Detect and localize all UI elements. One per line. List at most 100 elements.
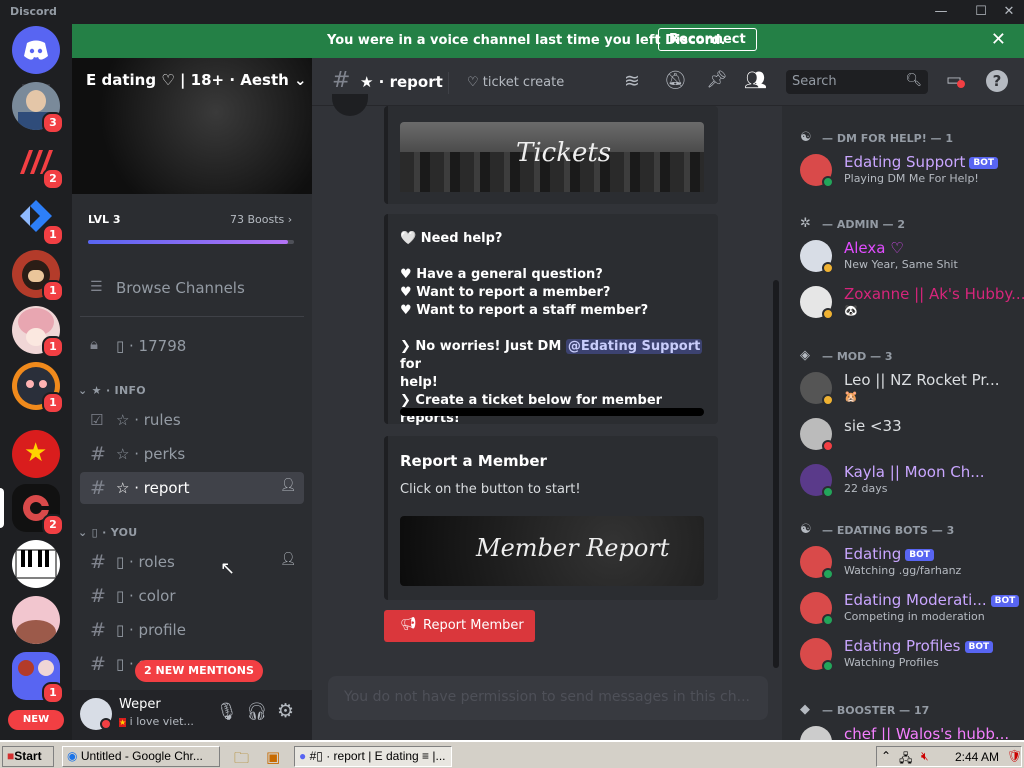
active-server-pill: [0, 488, 4, 528]
reconnect-button[interactable]: Reconnect: [658, 28, 757, 51]
member-report-image[interactable]: Member Report: [400, 516, 704, 586]
channel-color[interactable]: # ▯ · color: [80, 580, 304, 612]
boost-level: LVL 3: [88, 213, 121, 226]
boost-count[interactable]: 73 Boosts ›: [230, 213, 292, 226]
member-name: Zoxanne || Ak's Hubby...: [844, 285, 1024, 303]
role-icon: ☯: [800, 130, 812, 145]
author-avatar[interactable]: [332, 94, 368, 116]
maximize-button[interactable]: ☐: [972, 3, 990, 21]
channel-sidebar: E dating ♡ | 18+ · Aesth ⌄ LVL 3 73 Boos…: [72, 58, 312, 740]
new-mentions-banner[interactable]: 2 NEW MENTIONS: [135, 660, 263, 682]
member-item[interactable]: Zoxanne || Ak's Hubby... 🐼: [800, 282, 1024, 324]
member-item[interactable]: sie <33: [800, 414, 1020, 456]
member-item[interactable]: Kayla || Moon Ch... 22 days: [800, 460, 1020, 502]
username: Weper: [119, 697, 161, 712]
member-item[interactable]: Edating Profiles BOT Watching Profiles: [800, 634, 1020, 676]
status-icon: [822, 660, 834, 672]
header-divider: [448, 72, 449, 94]
channel-topic[interactable]: ♡ ticket create: [467, 75, 564, 90]
role-icon: ✲: [800, 216, 811, 231]
member-status: 22 days: [844, 482, 888, 495]
member-item[interactable]: Edating BOT Watching .gg/farhanz: [800, 542, 1020, 584]
member-group-title: — EDATING BOTS — 3: [822, 524, 955, 537]
server-badge-6: 1: [42, 392, 64, 414]
taskbar-discord[interactable]: ● #▯ · report | E dating ≡ |...: [294, 746, 452, 767]
server-icon-8[interactable]: [12, 596, 60, 644]
help-text: 🤍 Need help? ♥︎ Have a general question?…: [400, 231, 703, 426]
browse-channels[interactable]: ☰ Browse Channels: [80, 272, 304, 304]
search-input[interactable]: Search 🔍︎: [786, 70, 928, 94]
channel-rules[interactable]: ☑ ☆ · rules: [80, 404, 304, 436]
member-status: Playing DM Me For Help!: [844, 172, 979, 185]
member-item[interactable]: Edating Support BOT Playing DM Me For Help…: [800, 150, 1020, 192]
microphone-icon[interactable]: 🎙︎: [216, 702, 238, 722]
channel-roles[interactable]: # ▯ · roles 👤︎: [80, 546, 304, 578]
channel-profile[interactable]: # ▯ · profile: [80, 614, 304, 646]
server-badge-4: 1: [42, 280, 64, 302]
message-composer: You do not have permission to send messa…: [328, 676, 768, 720]
scrollbar[interactable]: [773, 280, 779, 668]
start-button[interactable]: ■Start: [2, 746, 54, 767]
hash-icon: #: [90, 653, 106, 675]
channel-report[interactable]: # ☆ · report 👤︎: [80, 472, 304, 504]
member-item[interactable]: Edating Moderati... BOT Competing in moder…: [800, 588, 1020, 630]
member-status: Watching .gg/farhanz: [844, 564, 962, 577]
tickets-embed: Tickets: [384, 106, 718, 204]
user-mention[interactable]: @Edating Support: [565, 339, 703, 354]
lock-icon: 🔒︎: [90, 335, 98, 353]
category-info[interactable]: ⌄ ★ · INFO: [78, 384, 146, 397]
server-icon-7[interactable]: ★: [12, 430, 60, 478]
bot-badge: BOT: [964, 641, 994, 653]
media-icon[interactable]: ▣: [266, 748, 280, 766]
server-badge-8: 1: [42, 682, 64, 704]
tray-arrow-icon: ⌃: [881, 749, 892, 763]
new-mentions-pill[interactable]: NEW: [8, 710, 64, 730]
channel-perks[interactable]: # ☆ · perks: [80, 438, 304, 470]
notifications-muted-icon[interactable]: 🔕︎: [664, 70, 687, 91]
headphones-icon[interactable]: 🎧︎: [246, 702, 268, 722]
divider: [80, 316, 304, 317]
close-window-button[interactable]: ✕: [1000, 3, 1018, 21]
taskbar-chrome[interactable]: ◉ Untitled - Google Chr...: [62, 746, 220, 767]
pin-icon[interactable]: 📌︎: [706, 70, 728, 90]
tickets-image[interactable]: Tickets: [400, 122, 704, 192]
report-member-button[interactable]: 📢︎ Report Member: [384, 610, 535, 642]
boost-progress-track: [88, 240, 294, 244]
channel-title: ★ · report: [360, 73, 443, 91]
status-icon: [822, 486, 834, 498]
minimize-button[interactable]: —: [932, 3, 950, 21]
status-icon: [822, 614, 834, 626]
gear-icon[interactable]: ⚙: [277, 700, 294, 722]
server-icon-piano[interactable]: [12, 540, 60, 588]
server-rail: 3 2 1 1 1 1 ★ 2 1 NEW: [0, 24, 72, 740]
member-item[interactable]: Alexa ♡ New Year, Same Shit: [800, 236, 1020, 278]
os-taskbar: ■Start ◉ Untitled - Google Chr... 🗀 ▣ ● …: [0, 740, 1024, 768]
role-icon: ☯: [800, 522, 812, 537]
hash-icon: #: [90, 619, 106, 641]
megaphone-icon: 📢︎: [400, 617, 417, 632]
message-area: Tickets 🤍 Need help? ♥︎ Have a general q…: [312, 94, 782, 740]
divider-image: [400, 408, 704, 416]
help-icon[interactable]: ?: [986, 70, 1008, 92]
member-list-icon[interactable]: 👥︎: [744, 70, 767, 91]
threads-icon[interactable]: ≋: [624, 70, 640, 92]
member-status: 🐹: [844, 390, 858, 403]
category-you[interactable]: ⌄ ▯ · YOU: [78, 526, 138, 539]
member-name: Leo || NZ Rocket Pr...: [844, 371, 1000, 389]
inbox-unread-dot: [957, 80, 965, 88]
status-icon: [822, 308, 834, 320]
close-notice-icon[interactable]: ✕: [991, 29, 1006, 50]
member-group-title: — BOOSTER — 17: [822, 704, 930, 717]
folder-icon[interactable]: 🗀: [234, 748, 249, 768]
member-status: 🐼: [844, 304, 858, 317]
server-name-button[interactable]: E dating ♡ | 18+ · Aesth ⌄: [86, 71, 307, 89]
member-group-title: — MOD — 3: [822, 350, 893, 363]
channel-locked[interactable]: 🔒︎ ▯ · 17798: [80, 330, 304, 362]
chevron-down-icon: ⌄: [294, 71, 307, 89]
member-item[interactable]: Leo || NZ Rocket Pr... 🐹: [800, 368, 1020, 410]
home-button[interactable]: [12, 26, 60, 74]
channel-header: # ★ · report ♡ ticket create ≋ 🔕︎ 📌︎ 👥︎: [312, 58, 782, 106]
member-name: Alexa ♡: [844, 239, 904, 257]
window-titlebar: Discord — ☐ ✕: [0, 0, 1024, 24]
member-name: Edating Profiles BOT: [844, 637, 994, 655]
